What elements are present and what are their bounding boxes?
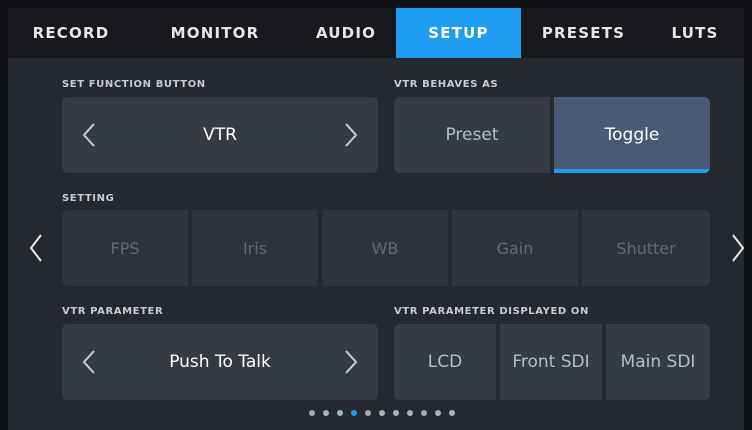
- setting-option-iris: Iris: [192, 210, 318, 286]
- option-label: Main SDI: [620, 352, 696, 372]
- setting-label: SETTING: [62, 193, 115, 204]
- page-dot: [323, 410, 329, 416]
- page-dot: [435, 410, 441, 416]
- set-function-button-selector: VTR: [62, 97, 378, 173]
- setting-option-shutter: Shutter: [582, 210, 710, 286]
- page-dot-active: [351, 410, 357, 416]
- tab-label: SETUP: [428, 24, 489, 42]
- option-label: Shutter: [616, 238, 676, 258]
- option-label: Gain: [496, 238, 534, 258]
- chevron-left-icon: [29, 234, 42, 262]
- setting-option-wb: WB: [322, 210, 448, 286]
- display-on-front-sdi-option[interactable]: Front SDI: [500, 324, 602, 400]
- chevron-right-icon: [732, 234, 744, 262]
- option-label: WB: [371, 238, 399, 258]
- page-dot: [421, 410, 427, 416]
- tab-luts[interactable]: LUTS: [646, 8, 744, 58]
- set-function-button-label: SET FUNCTION BUTTON: [62, 79, 206, 90]
- page-dot: [449, 410, 455, 416]
- tab-label: LUTS: [671, 24, 719, 42]
- vtr-parameter-displayed-on-label: VTR PARAMETER DISPLAYED ON: [394, 306, 589, 317]
- tab-label: RECORD: [32, 24, 110, 42]
- page-dot: [407, 410, 413, 416]
- display-on-lcd-option[interactable]: LCD: [394, 324, 496, 400]
- vtr-parameter-selector: Push To Talk: [62, 324, 378, 400]
- tab-bar: RECORD MONITOR AUDIO SETUP PRESETS LUTS: [8, 8, 744, 58]
- tab-label: MONITOR: [170, 24, 260, 42]
- tab-setup[interactable]: SETUP: [396, 8, 521, 58]
- vtr-behaves-preset-option[interactable]: Preset: [394, 97, 550, 173]
- page-dot: [337, 410, 343, 416]
- vtr-parameter-value: Push To Talk: [169, 352, 271, 372]
- option-label: Front SDI: [512, 352, 590, 372]
- page-dot: [365, 410, 371, 416]
- option-label: Iris: [242, 238, 268, 258]
- option-label: Preset: [445, 125, 499, 145]
- set-function-next-button[interactable]: [334, 97, 368, 173]
- page-dot: [309, 410, 315, 416]
- vtr-parameter-next-button[interactable]: [334, 324, 368, 400]
- setting-option-fps: FPS: [62, 210, 188, 286]
- set-function-button-value: VTR: [203, 125, 237, 145]
- tab-label: AUDIO: [315, 24, 377, 42]
- vtr-behaves-toggle-option[interactable]: Toggle: [554, 97, 710, 173]
- tab-monitor[interactable]: MONITOR: [134, 8, 296, 58]
- option-label: Toggle: [604, 125, 660, 145]
- next-page-button[interactable]: [726, 228, 744, 268]
- chevron-right-icon: [345, 350, 358, 374]
- tab-presets[interactable]: PRESETS: [521, 8, 646, 58]
- setting-option-gain: Gain: [452, 210, 578, 286]
- chevron-left-icon: [82, 350, 95, 374]
- selected-underline: [554, 169, 710, 173]
- chevron-left-icon: [82, 123, 95, 147]
- page-dot: [393, 410, 399, 416]
- setup-screen: RECORD MONITOR AUDIO SETUP PRESETS LUTS …: [8, 8, 744, 430]
- vtr-parameter-label: VTR PARAMETER: [62, 306, 164, 317]
- prev-page-button[interactable]: [24, 228, 48, 268]
- tab-record[interactable]: RECORD: [8, 8, 134, 58]
- vtr-parameter-prev-button[interactable]: [72, 324, 106, 400]
- vtr-behaves-as-label: VTR BEHAVES AS: [394, 79, 499, 90]
- set-function-prev-button[interactable]: [72, 97, 106, 173]
- tab-label: PRESETS: [541, 24, 626, 42]
- display-on-main-sdi-option[interactable]: Main SDI: [606, 324, 710, 400]
- option-label: FPS: [110, 238, 140, 258]
- tab-audio[interactable]: AUDIO: [296, 8, 396, 58]
- option-label: LCD: [427, 352, 463, 372]
- chevron-right-icon: [345, 123, 358, 147]
- page-dot: [379, 410, 385, 416]
